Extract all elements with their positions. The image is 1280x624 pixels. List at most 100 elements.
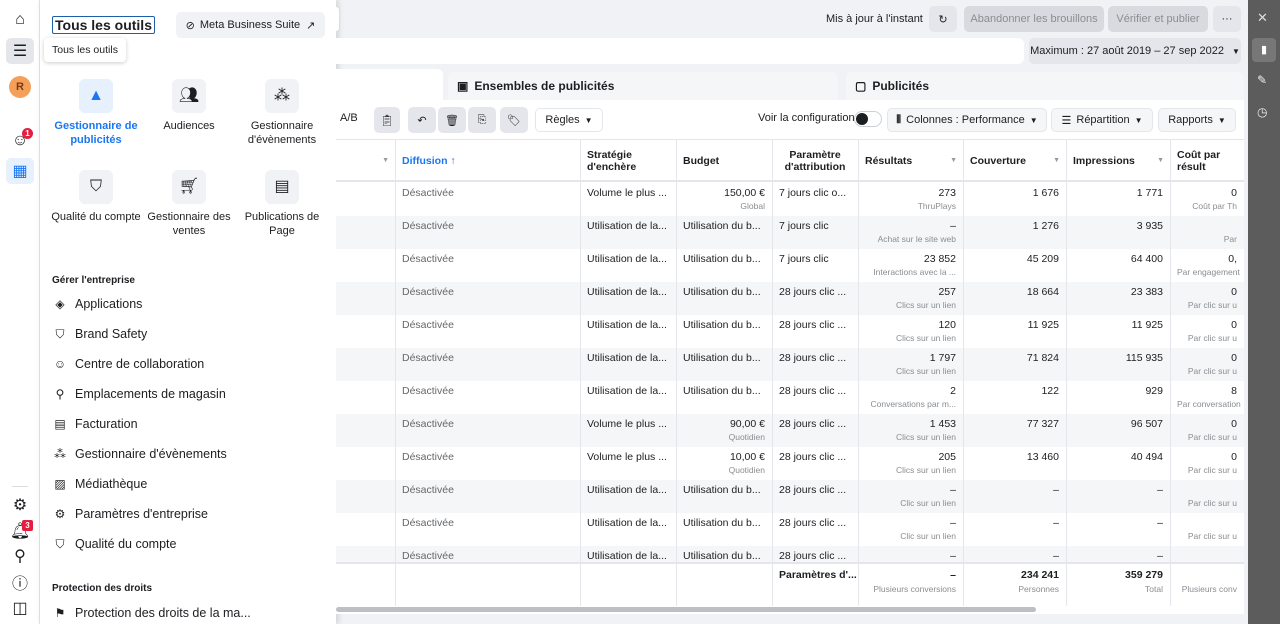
column-header[interactable]: Couverture ▼ [963,140,1066,182]
menu-item[interactable]: ▨ Médiathèque [52,476,147,492]
search-filter-bar[interactable] [336,38,1024,64]
table-row[interactable]: Désactivée Utilisation de la... Utilisatio… [336,249,1244,282]
search-icon[interactable]: ⚲ [6,543,34,569]
pencil-icon[interactable]: ✎ [1257,73,1267,87]
tag-button[interactable]: 🏷︎ [500,107,528,133]
table-row[interactable]: Désactivée Utilisation de la... Utilisatio… [336,348,1244,381]
column-header[interactable]: Budget [676,140,772,182]
table-row[interactable]: Désactivée Volume le plus ... 90,00 € Quoti… [336,414,1244,447]
home-icon[interactable]: ⌂ [6,7,34,33]
header-label: Couverture [970,155,1027,167]
menu-item[interactable]: ⚙ Paramètres d'entreprise [52,506,208,522]
review-publish-button[interactable]: Vérifier et publier [1108,6,1208,32]
header-label: Paramètre d'attribution [784,149,846,173]
table-row[interactable]: Désactivée Utilisation de la... Utilisatio… [336,315,1244,348]
menu-item[interactable]: ⛉ Qualité du compte [52,536,176,552]
table-row[interactable]: Désactivée Utilisation de la... Utilisatio… [336,513,1244,546]
search-box-edge[interactable] [336,6,340,32]
table-row[interactable]: Désactivée Volume le plus ... 10,00 € Quoti… [336,447,1244,480]
tool-3[interactable]: ⛉ Qualité du compte [50,170,142,224]
tool-5[interactable]: ▤ Publications de Page [236,170,328,238]
column-header[interactable]: Impressions ▼ [1066,140,1170,182]
avatar[interactable]: R [6,74,34,100]
undo-button[interactable]: ↶ [408,107,436,133]
table-row[interactable]: Désactivée Volume le plus ... 150,00 € Glob… [336,183,1244,216]
sort-caret-icon[interactable]: ▼ [1157,155,1164,167]
panel-title: Tous les outils [52,16,155,34]
help-icon[interactable]: ⓘ [6,569,34,595]
table-row[interactable]: Désactivée Utilisation de la... Utilisatio… [336,480,1244,513]
sort-caret-icon[interactable]: ▼ [950,155,957,167]
results-type: ThruPlays [917,201,956,211]
clock-icon[interactable]: ◷ [1257,105,1267,119]
results: 1 453 [929,418,956,430]
budget-type: Quotidien [728,465,765,475]
refresh-button[interactable]: ↻ [929,6,957,32]
column-header[interactable]: Diffusion ↑ [395,140,580,182]
menu-item[interactable]: ▤ Facturation [52,416,137,432]
budget: Utilisation du b... [683,286,761,298]
tool-0[interactable]: ▲ Gestionnaire de publicités [50,79,142,147]
table-row[interactable]: Désactivée Utilisation de la... Utilisatio… [336,381,1244,414]
caret-down-icon: ▼ [584,115,593,125]
cost-per-result: 0 [1231,418,1237,430]
sort-caret-icon[interactable]: ▼ [1053,155,1060,167]
horizontal-scrollbar-thumb[interactable] [336,607,1036,612]
tab-ad-sets[interactable]: ▣ Ensembles de publicités [448,72,838,100]
menu-icon[interactable]: ☰ [6,38,34,64]
tool-2[interactable]: ⁂ Gestionnaire d'évènements [236,79,328,147]
view-config-toggle[interactable] [854,111,882,127]
menu-item[interactable]: ⁂ Gestionnaire d'évènements [52,446,227,462]
bell-icon[interactable]: 🔔︎ 3 [6,518,34,544]
meta-business-suite-button[interactable]: ⊘ Meta Business Suite ↗ [176,12,325,38]
budget: Utilisation du b... [683,253,761,265]
table-row[interactable]: Désactivée Utilisation de la... Utilisatio… [336,282,1244,315]
results-type: Interactions avec la ... [873,267,956,277]
close-icon[interactable]: ✕ [1257,10,1268,26]
horizontal-scrollbar-track[interactable] [336,606,1244,614]
sort-caret-icon[interactable]: ▼ [382,155,389,167]
tab-campaigns[interactable] [336,69,443,103]
rules-dropdown[interactable]: Règles ▼ [535,108,603,132]
results-type: Clic sur un lien [900,531,956,541]
discard-drafts-button[interactable]: Abandonner les brouillons [964,6,1104,32]
attribution-setting: 28 jours clic ... [779,286,847,298]
column-header[interactable]: Paramètre d'attribution [772,140,858,182]
location-icon: ⚲ [55,387,65,401]
menu-item[interactable]: ⚲ Emplacements de magasin [52,386,226,402]
totals-reach-type: Personnes [1018,584,1059,594]
tool-4[interactable]: 🛒︎ Gestionnaire des ventes [143,170,235,238]
gear-icon[interactable]: ⚙ [6,492,34,518]
table-row[interactable]: Désactivée Utilisation de la... Utilisatio… [336,216,1244,249]
column-divider [1170,140,1171,606]
reports-dropdown[interactable]: Rapports ▼ [1158,108,1236,132]
column-header[interactable]: ▼ [336,140,395,182]
tab-ads[interactable]: ▢ Publicités [846,72,1244,100]
bid-strategy: Utilisation de la... [587,220,667,232]
update-status: Mis à jour à l'instant [826,13,923,25]
totals-row: Paramètres d'... – Plusieurs conversions 23… [336,562,1244,606]
external-link-icon: ↗ [306,19,316,32]
ab-test-button[interactable]: A/B [340,112,358,124]
date-range-picker[interactable]: Maximum : 27 août 2019 – 27 sep 2022 ▼ [1029,38,1241,64]
toolbar: A/B 📋︎ ↶ 🗑︎ ⎘ 🏷︎ Règles ▼ Voir la configu… [336,100,1244,140]
preview-button[interactable]: ⎘ [468,107,496,133]
chart-icon[interactable]: ▮ [1252,38,1276,62]
emoji-notification-icon[interactable]: ☺ 1 [6,128,34,154]
attribution-setting: 28 jours clic ... [779,385,847,397]
menu-item[interactable]: ☺ Centre de collaboration [52,356,204,372]
duplicate-button[interactable]: 📋︎ [374,107,400,133]
column-header[interactable]: Résultats ▼ [858,140,963,182]
ads-table-icon[interactable]: ▦ [6,158,34,184]
menu-item[interactable]: ⚑ Protection des droits de la ma... [52,605,251,621]
columns-dropdown[interactable]: ⦀ Colonnes : Performance ▼ [887,108,1047,132]
menu-item[interactable]: ◈ Applications [52,296,142,312]
menu-item[interactable]: ⛉ Brand Safety [52,326,147,342]
panel-toggle-icon[interactable]: ◫ [6,595,34,621]
more-button[interactable]: ··· [1213,6,1241,32]
breakdown-dropdown[interactable]: ☰ Répartition ▼ [1051,108,1153,132]
tool-1[interactable]: 👥︎ Audiences [143,79,235,133]
delete-button[interactable]: 🗑︎ [438,107,466,133]
column-header[interactable]: Coût par résult [1170,140,1244,182]
column-header[interactable]: Stratégie d'enchère [580,140,676,182]
